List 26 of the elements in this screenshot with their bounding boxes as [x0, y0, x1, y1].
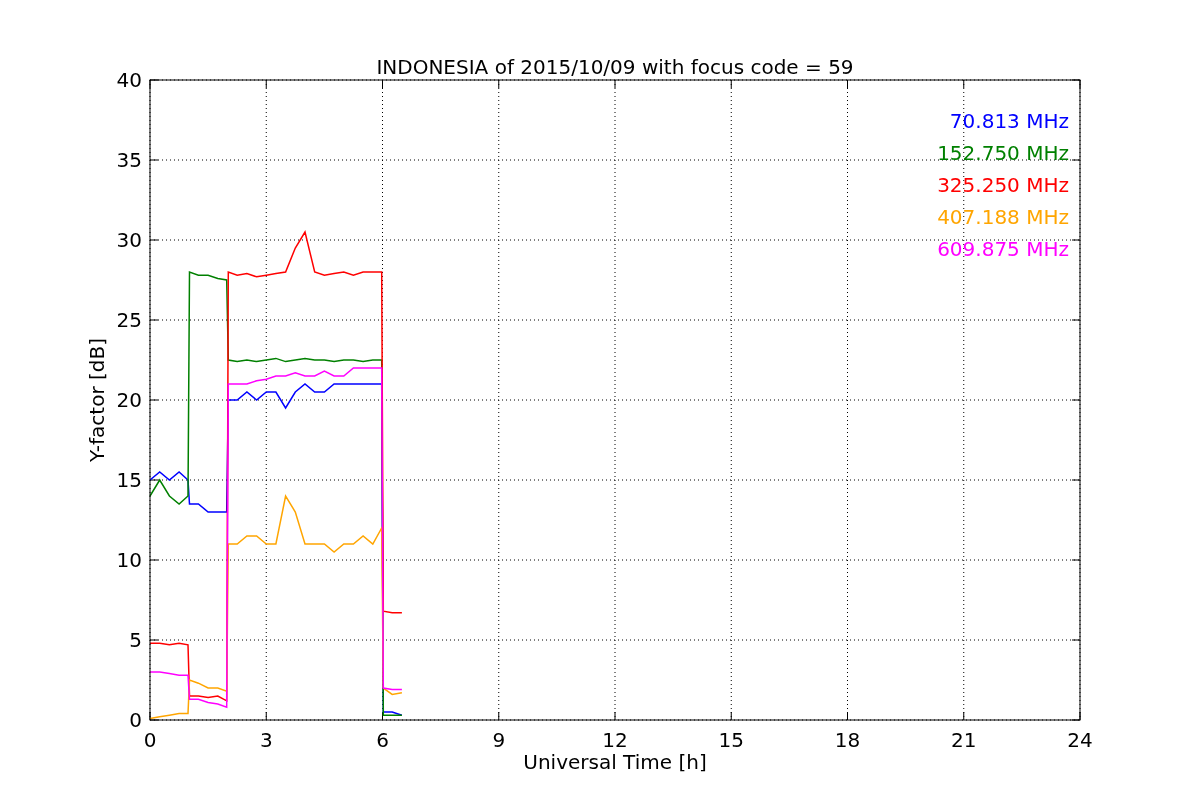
legend-label: 407.188 MHz [937, 205, 1069, 229]
x-tick-label: 21 [951, 728, 977, 752]
y-tick-label: 35 [116, 148, 142, 172]
y-tick-label: 40 [116, 68, 142, 92]
y-tick-label: 25 [116, 308, 142, 332]
y-tick-label: 5 [129, 628, 142, 652]
x-tick-label: 24 [1067, 728, 1093, 752]
legend-label: 152.750 MHz [937, 141, 1069, 165]
y-tick-label: 15 [116, 468, 142, 492]
legend-label: 609.875 MHz [937, 237, 1069, 261]
x-tick-label: 15 [718, 728, 744, 752]
y-tick-label: 20 [116, 388, 142, 412]
legend-label: 70.813 MHz [949, 109, 1069, 133]
x-tick-label: 3 [259, 728, 273, 752]
chart-title: INDONESIA of 2015/10/09 with focus code = 59 [376, 55, 854, 79]
y-tick-label: 10 [116, 548, 142, 572]
x-tick-label: 6 [376, 728, 389, 752]
x-tick-label: 0 [143, 728, 157, 752]
x-tick-label: 9 [492, 728, 506, 752]
x-tick-label: 12 [602, 728, 628, 752]
y-tick-label: 30 [116, 228, 142, 252]
x-tick-label: 18 [834, 728, 861, 752]
y-axis-label: Y-factor [dB] [85, 338, 109, 462]
y-tick-label: 0 [129, 708, 142, 732]
legend-label: 325.250 MHz [937, 173, 1069, 197]
x-axis-label: Universal Time [h] [523, 750, 707, 774]
